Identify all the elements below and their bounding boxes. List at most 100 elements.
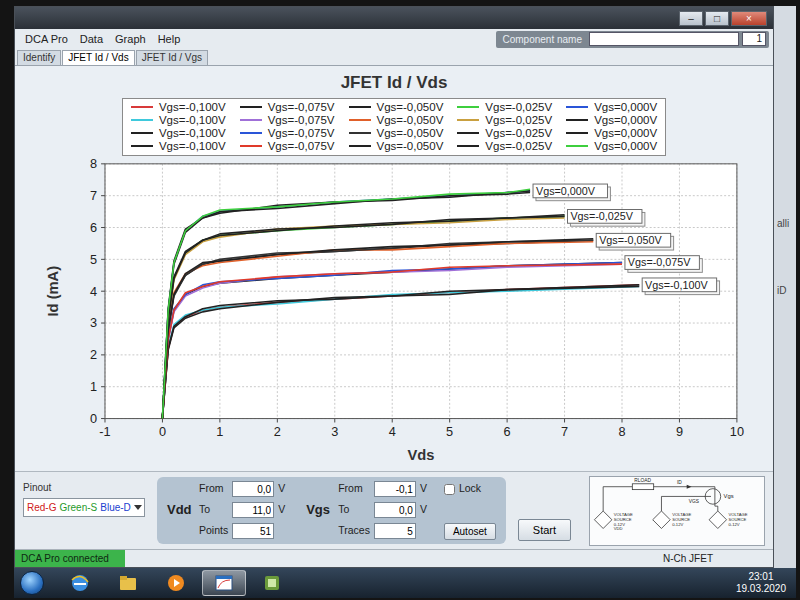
- tick-mark: [101, 290, 105, 291]
- legend-swatch: [240, 132, 262, 134]
- menu-item[interactable]: DCA Pro: [19, 30, 74, 49]
- component-spinner[interactable]: 1: [742, 32, 766, 46]
- legend-item: Vgs=0,000V: [566, 101, 657, 114]
- legend-item: Vgs=-0,075V: [240, 140, 335, 153]
- voltage-source-icon: [653, 511, 670, 528]
- vdd-from-label: From: [199, 481, 228, 497]
- monitor-photo: –□× DCA ProDataGraphHelp Component name …: [0, 0, 800, 600]
- menu-item[interactable]: Data: [74, 30, 109, 49]
- callout-box: [642, 277, 716, 291]
- vgs-to-field[interactable]: [374, 502, 416, 518]
- legend-label: Vgs=-0,025V: [485, 114, 552, 127]
- tick-mark: [679, 418, 680, 422]
- window-button[interactable]: ×: [731, 11, 767, 26]
- window-button[interactable]: □: [705, 11, 729, 26]
- component-name-field[interactable]: [589, 32, 739, 46]
- app-icon: [214, 573, 234, 593]
- tab[interactable]: Identify: [17, 50, 61, 65]
- x-tick-label: 10: [730, 424, 744, 439]
- series-line: [162, 238, 593, 418]
- legend-label: Vgs=-0,025V: [485, 127, 552, 140]
- tick-mark: [219, 418, 220, 422]
- lock-checkbox-row[interactable]: Lock: [444, 481, 496, 497]
- traces-field[interactable]: [374, 523, 416, 539]
- start-button-icon[interactable]: [20, 571, 44, 595]
- taskbar-app[interactable]: [250, 570, 294, 596]
- tick-mark: [277, 418, 278, 422]
- series-line: [162, 240, 593, 418]
- series-line: [162, 284, 639, 418]
- legend-item: Vgs=-0,050V: [349, 101, 444, 114]
- vgs-label: Vgs: [306, 500, 334, 520]
- taskbar-app[interactable]: [202, 570, 246, 596]
- points-field[interactable]: [232, 523, 274, 539]
- taskbar-app[interactable]: [58, 570, 102, 596]
- x-tick-label: -1: [99, 424, 110, 439]
- y-tick-label: 0: [90, 410, 97, 425]
- pinout-part: Green-S: [59, 500, 97, 515]
- tick-mark: [622, 418, 623, 422]
- legend-item: Vgs=-0,025V: [457, 140, 552, 153]
- legend-swatch: [457, 119, 479, 121]
- plot-frame: [105, 163, 737, 418]
- curve-callout: Vgs=-0,050V: [596, 233, 673, 250]
- menu-item[interactable]: Graph: [109, 30, 152, 49]
- tab[interactable]: JFET Id / Vgs: [136, 50, 208, 65]
- dropdown-arrow-icon[interactable]: [134, 505, 142, 510]
- legend-item: Vgs=0,000V: [566, 140, 657, 153]
- y-tick-label: 2: [90, 347, 97, 362]
- y-axis-title: Id (mA): [45, 265, 61, 316]
- status-bar: DCA Pro connected N-Ch JFET: [15, 549, 773, 567]
- tick-mark: [101, 418, 105, 419]
- start-button[interactable]: Start: [518, 519, 571, 542]
- legend-label: Vgs=-0,100V: [159, 140, 226, 153]
- legend-item: Vgs=-0,050V: [349, 140, 444, 153]
- vdd-from-field[interactable]: [232, 481, 274, 497]
- legend-swatch: [131, 106, 153, 108]
- pinout-part: Red-G: [27, 500, 56, 515]
- tick-mark: [101, 227, 105, 228]
- legend-swatch: [131, 132, 153, 134]
- callout-label: Vgs=0,000V: [536, 184, 596, 196]
- legend-item: Vgs=-0,100V: [131, 101, 226, 114]
- title-bar: –□×: [15, 7, 773, 29]
- window-button[interactable]: –: [679, 11, 703, 26]
- app-icon: [118, 573, 138, 593]
- desktop: –□× DCA ProDataGraphHelp Component name …: [14, 6, 796, 568]
- legend-swatch: [240, 106, 262, 108]
- grid-line: [105, 354, 737, 355]
- legend-label: Vgs=0,000V: [594, 140, 657, 153]
- curve-callout: Vgs=-0,025V: [567, 209, 644, 226]
- tab[interactable]: JFET Id / Vds: [62, 50, 134, 65]
- y-tick-label: 7: [90, 188, 97, 203]
- legend-swatch: [131, 119, 153, 121]
- vdd-to-label: To: [199, 502, 228, 518]
- legend-label: Vgs=-0,075V: [268, 140, 335, 153]
- legend-label: Vgs=-0,075V: [268, 101, 335, 114]
- background-window: alliiD: [774, 6, 796, 568]
- vdd-to-field[interactable]: [232, 502, 274, 518]
- app-icon: [70, 573, 90, 593]
- legend-item: Vgs=-0,100V: [131, 127, 226, 140]
- tick-mark: [162, 418, 163, 422]
- voltage-source-icon: [594, 511, 611, 528]
- callout-label: Vgs=-0,025V: [570, 210, 633, 222]
- legend-swatch: [349, 106, 371, 108]
- background-text: iD: [777, 283, 796, 298]
- vgs-from-field[interactable]: [374, 481, 416, 497]
- lock-checkbox[interactable]: [444, 484, 455, 495]
- taskbar-app[interactable]: [106, 570, 150, 596]
- app-icon: [262, 573, 282, 593]
- pinout-select[interactable]: Red-GGreen-SBlue-D: [23, 498, 145, 517]
- clock[interactable]: 23:0119.03.2020: [736, 571, 790, 595]
- autoset-button[interactable]: Autoset: [444, 523, 496, 540]
- tick-mark: [334, 418, 335, 422]
- menu-item[interactable]: Help: [152, 30, 187, 49]
- vdd-label: Vdd: [167, 500, 195, 520]
- taskbar-app[interactable]: [154, 570, 198, 596]
- sweep-panel: From V From V Lock Vdd To V Vgs To V Poi…: [157, 477, 506, 544]
- chart-legend: Vgs=-0,100V Vgs=-0,075V Vgs=-0,050V Vgs=-0,…: [122, 98, 666, 156]
- chart-panel: JFET Id / Vds Vgs=-0,100VVgs=-0,075VVgs=…: [15, 66, 773, 471]
- tick-mark: [101, 322, 105, 323]
- chart-title: JFET Id / Vds: [25, 70, 763, 96]
